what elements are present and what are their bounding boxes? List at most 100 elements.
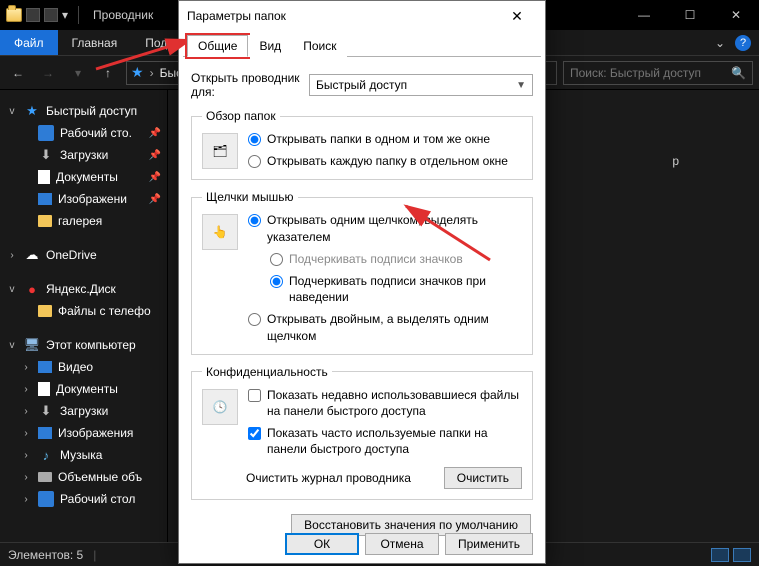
sidebar-documents2[interactable]: ›Документы (0, 378, 167, 400)
sidebar-label: Музыка (60, 448, 102, 462)
sidebar-downloads[interactable]: ·⬇Загрузки📌 (0, 144, 167, 166)
sidebar-desktop2[interactable]: ›Рабочий стол (0, 488, 167, 510)
radio-label: Подчеркивать подписи значков (289, 251, 463, 267)
sidebar: v★Быстрый доступ ·Рабочий сто.📌 ·⬇Загруз… (0, 90, 168, 542)
sidebar-label: Этот компьютер (46, 338, 136, 352)
click-group: Щелчки мышью 👆 Открывать одним щелчком, … (191, 190, 533, 354)
sidebar-music[interactable]: ›♪Музыка (0, 444, 167, 466)
radio-double-click[interactable]: Открывать двойным, а выделять одним щелч… (248, 311, 522, 343)
sidebar-downloads2[interactable]: ›⬇Загрузки (0, 400, 167, 422)
star-icon: ★ (131, 64, 144, 81)
sidebar-label: галерея (58, 214, 102, 228)
view-details-icon[interactable] (711, 548, 729, 562)
sidebar-onedrive[interactable]: ›☁OneDrive (0, 244, 167, 266)
cancel-button[interactable]: Отмена (365, 533, 439, 555)
ribbon-expand-icon[interactable]: ⌄ (715, 36, 725, 50)
radio-label: Открывать одним щелчком, выделять указат… (267, 212, 522, 244)
radio-new-window[interactable]: Открывать каждую папку в отдельном окне (248, 153, 522, 169)
window-title: Проводник (93, 8, 153, 22)
pin-icon: 📌 (149, 172, 161, 183)
qat-slot[interactable] (26, 8, 40, 22)
sidebar-label: Изображени (58, 192, 127, 206)
sidebar-yafiles[interactable]: ·Файлы с телефо (0, 300, 167, 322)
sidebar-label: Загрузки (60, 148, 108, 162)
open-for-combo[interactable]: Быстрый доступ ▼ (309, 74, 533, 96)
check-label: Показать недавно использовавшиеся файлы … (267, 387, 522, 419)
sidebar-pictures2[interactable]: ›Изображения (0, 422, 167, 444)
apply-button[interactable]: Применить (445, 533, 533, 555)
tab-search[interactable]: Поиск (292, 35, 347, 57)
pin-icon: 📌 (149, 150, 161, 161)
sidebar-desktop[interactable]: ·Рабочий сто.📌 (0, 122, 167, 144)
status-text: Элементов: 5 (8, 548, 83, 562)
maximize-button[interactable]: ☐ (667, 0, 713, 30)
folder-icon (6, 8, 22, 22)
nav-forward-button[interactable]: → (36, 61, 60, 85)
browse-folders-group: Обзор папок 🗂 Открывать папки в одном и … (191, 109, 533, 180)
radio-label: Подчеркивать подписи значков при наведен… (289, 273, 522, 305)
dialog-title: Параметры папок (187, 9, 497, 23)
pin-icon: 📌 (149, 128, 161, 139)
privacy-icon: 🕓 (202, 389, 238, 425)
sidebar-documents[interactable]: ·Документы📌 (0, 166, 167, 188)
check-recent-files[interactable]: Показать недавно использовавшиеся файлы … (248, 387, 522, 419)
search-box[interactable]: 🔍 (563, 61, 753, 85)
check-label: Показать часто используемые папки на пан… (267, 425, 522, 457)
sidebar-gallery[interactable]: ·галерея (0, 210, 167, 232)
radio-underline-always[interactable]: Подчеркивать подписи значков (270, 251, 522, 267)
qat-dropdown-icon[interactable]: ▾ (62, 8, 68, 22)
sidebar-label: Загрузки (60, 404, 108, 418)
open-for-label: Открыть проводник для: (191, 71, 301, 99)
sidebar-label: Рабочий стол (60, 492, 135, 506)
radio-label: Открывать каждую папку в отдельном окне (267, 153, 508, 169)
tab-general[interactable]: Общие (187, 35, 248, 57)
sidebar-quick-access[interactable]: v★Быстрый доступ (0, 100, 167, 122)
pin-icon: 📌 (149, 194, 161, 205)
sidebar-label: Документы (56, 170, 118, 184)
radio-same-window[interactable]: Открывать папки в одном и том же окне (248, 131, 522, 147)
nav-up-button[interactable]: ↑ (96, 61, 120, 85)
sidebar-label: Файлы с телефо (58, 304, 151, 318)
dialog-titlebar: Параметры папок ✕ (179, 1, 545, 31)
radio-single-click[interactable]: Открывать одним щелчком, выделять указат… (248, 212, 522, 244)
sidebar-volumes[interactable]: ›Объемные объ (0, 466, 167, 488)
view-thumbs-icon[interactable] (733, 548, 751, 562)
clear-button[interactable]: Очистить (444, 467, 522, 489)
close-button[interactable]: ✕ (713, 0, 759, 30)
minimize-button[interactable]: — (621, 0, 667, 30)
ok-button[interactable]: ОК (285, 533, 359, 555)
tab-home[interactable]: Главная (58, 30, 132, 55)
sidebar-pictures[interactable]: ·Изображени📌 (0, 188, 167, 210)
sidebar-yadisk[interactable]: v●Яндекс.Диск (0, 278, 167, 300)
browse-legend: Обзор папок (202, 109, 280, 123)
help-icon[interactable]: ? (735, 35, 751, 51)
browse-icon: 🗂 (202, 133, 238, 169)
check-frequent-folders[interactable]: Показать часто используемые папки на пан… (248, 425, 522, 457)
sidebar-thispc[interactable]: v🖥Этот компьютер (0, 334, 167, 356)
nav-recent-icon[interactable]: ▾ (66, 61, 90, 85)
combo-value: Быстрый доступ (316, 78, 407, 92)
sidebar-label: Яндекс.Диск (46, 282, 116, 296)
sidebar-label: Объемные объ (58, 470, 142, 484)
radio-label: Открывать двойным, а выделять одним щелч… (267, 311, 522, 343)
click-icon: 👆 (202, 214, 238, 250)
sidebar-video[interactable]: ›Видео (0, 356, 167, 378)
sidebar-label: OneDrive (46, 248, 97, 262)
dialog-close-button[interactable]: ✕ (497, 2, 537, 30)
sidebar-label: Рабочий сто. (60, 126, 132, 140)
sidebar-label: Быстрый доступ (46, 104, 137, 118)
radio-underline-hover[interactable]: Подчеркивать подписи значков при наведен… (270, 273, 522, 305)
search-input[interactable] (570, 66, 720, 80)
radio-label: Открывать папки в одном и том же окне (267, 131, 490, 147)
qat-slot[interactable] (44, 8, 58, 22)
sidebar-label: Документы (56, 382, 118, 396)
sidebar-label: Изображения (58, 426, 133, 440)
tab-view[interactable]: Вид (248, 35, 292, 57)
click-legend: Щелчки мышью (202, 190, 298, 204)
privacy-legend: Конфиденциальность (202, 365, 332, 379)
nav-back-button[interactable]: ← (6, 61, 30, 85)
chevron-down-icon: ▼ (516, 80, 526, 91)
tab-file[interactable]: Файл (0, 30, 58, 55)
sidebar-label: Видео (58, 360, 93, 374)
search-icon[interactable]: 🔍 (731, 66, 746, 80)
